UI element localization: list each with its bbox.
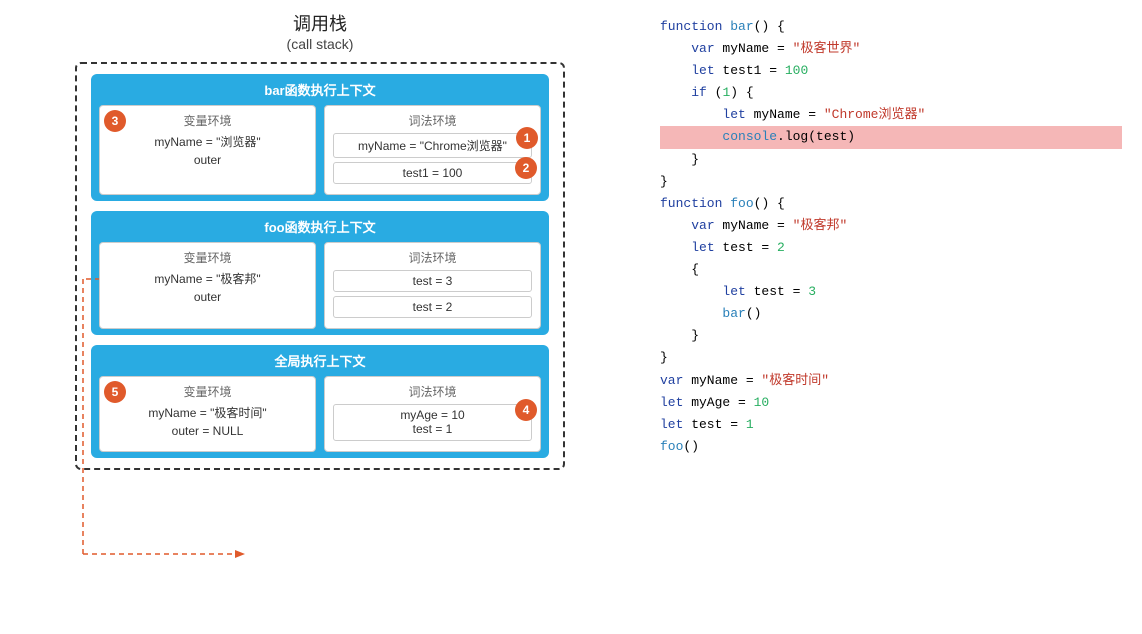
foo-lex-env: 词法环境 test = 3 test = 2 — [324, 242, 541, 329]
code-line-8: } — [660, 171, 1122, 193]
global-context-title: 全局执行上下文 — [99, 351, 541, 370]
bar-lex-item-2: test1 = 100 2 — [333, 162, 532, 184]
title-area: 调用栈 (call stack) — [287, 10, 354, 52]
global-exec-body: 5 变量环境 myName = "极客时间"outer = NULL 词法环境 … — [99, 376, 541, 452]
code-line-9: function foo() { — [660, 193, 1122, 215]
bar-lex-env: 词法环境 myName = "Chrome浏览器" 1 test1 = 100 … — [324, 105, 541, 195]
badge-3: 3 — [104, 110, 126, 132]
global-lex-item-1: myAge = 10test = 1 4 — [333, 404, 532, 441]
bar-lex-label: 词法环境 — [333, 112, 532, 129]
foo-var-content: myName = "极客邦"outer — [108, 270, 307, 306]
code-line-6: console.log(test) — [660, 126, 1122, 148]
foo-lex-label: 词法环境 — [333, 249, 532, 266]
foo-lex-item-2: test = 2 — [333, 296, 532, 318]
foo-lex-item-1: test = 3 — [333, 270, 532, 292]
bar-context: bar函数执行上下文 3 变量环境 myName = "浏览器"outer 词法… — [91, 74, 549, 201]
code-line-12: { — [660, 259, 1122, 281]
foo-context: foo函数执行上下文 变量环境 myName = "极客邦"outer 词法环境… — [91, 211, 549, 335]
code-block: function bar() { var myName = "极客世界" let… — [660, 16, 1122, 458]
badge-1: 1 — [516, 127, 538, 149]
code-line-19: let test = 1 — [660, 414, 1122, 436]
bar-lex-item-1: myName = "Chrome浏览器" 1 — [333, 133, 532, 158]
code-line-2: var myName = "极客世界" — [660, 38, 1122, 60]
global-var-env: 5 变量环境 myName = "极客时间"outer = NULL — [99, 376, 316, 452]
code-line-7: } — [660, 149, 1122, 171]
code-line-11: let test = 2 — [660, 237, 1122, 259]
code-line-16: } — [660, 347, 1122, 369]
foo-exec-body: 变量环境 myName = "极客邦"outer 词法环境 test = 3 t… — [99, 242, 541, 329]
code-line-17: var myName = "极客时间" — [660, 370, 1122, 392]
global-var-content: myName = "极客时间"outer = NULL — [108, 404, 307, 440]
bar-var-label: 变量环境 — [108, 112, 307, 129]
badge-2: 2 — [515, 157, 537, 179]
global-context: 全局执行上下文 5 变量环境 myName = "极客时间"outer = NU… — [91, 345, 549, 458]
call-stack-container: bar函数执行上下文 3 变量环境 myName = "浏览器"outer 词法… — [75, 62, 565, 470]
code-line-1: function bar() { — [660, 16, 1122, 38]
code-line-5: let myName = "Chrome浏览器" — [660, 104, 1122, 126]
global-var-label: 变量环境 — [108, 383, 307, 400]
code-line-14: bar() — [660, 303, 1122, 325]
badge-4: 4 — [515, 399, 537, 421]
bar-var-env: 3 变量环境 myName = "浏览器"outer — [99, 105, 316, 195]
code-line-3: let test1 = 100 — [660, 60, 1122, 82]
code-line-13: let test = 3 — [660, 281, 1122, 303]
badge-5: 5 — [104, 381, 126, 403]
code-line-18: let myAge = 10 — [660, 392, 1122, 414]
code-panel: function bar() { var myName = "极客世界" let… — [640, 0, 1142, 634]
code-line-15: } — [660, 325, 1122, 347]
title-zh: 调用栈 — [287, 10, 354, 36]
bar-var-content: myName = "浏览器"outer — [108, 133, 307, 169]
code-line-4: if (1) { — [660, 82, 1122, 104]
foo-var-label: 变量环境 — [108, 249, 307, 266]
foo-context-title: foo函数执行上下文 — [99, 217, 541, 236]
left-panel: 调用栈 (call stack) bar函数执行上下文 3 变量环境 myNam… — [0, 0, 640, 634]
bar-context-title: bar函数执行上下文 — [99, 80, 541, 99]
code-line-20: foo() — [660, 436, 1122, 458]
global-lex-env: 词法环境 myAge = 10test = 1 4 — [324, 376, 541, 452]
title-en: (call stack) — [287, 36, 354, 52]
foo-var-env: 变量环境 myName = "极客邦"outer — [99, 242, 316, 329]
bar-exec-body: 3 变量环境 myName = "浏览器"outer 词法环境 myName =… — [99, 105, 541, 195]
code-line-10: var myName = "极客邦" — [660, 215, 1122, 237]
global-lex-label: 词法环境 — [333, 383, 532, 400]
